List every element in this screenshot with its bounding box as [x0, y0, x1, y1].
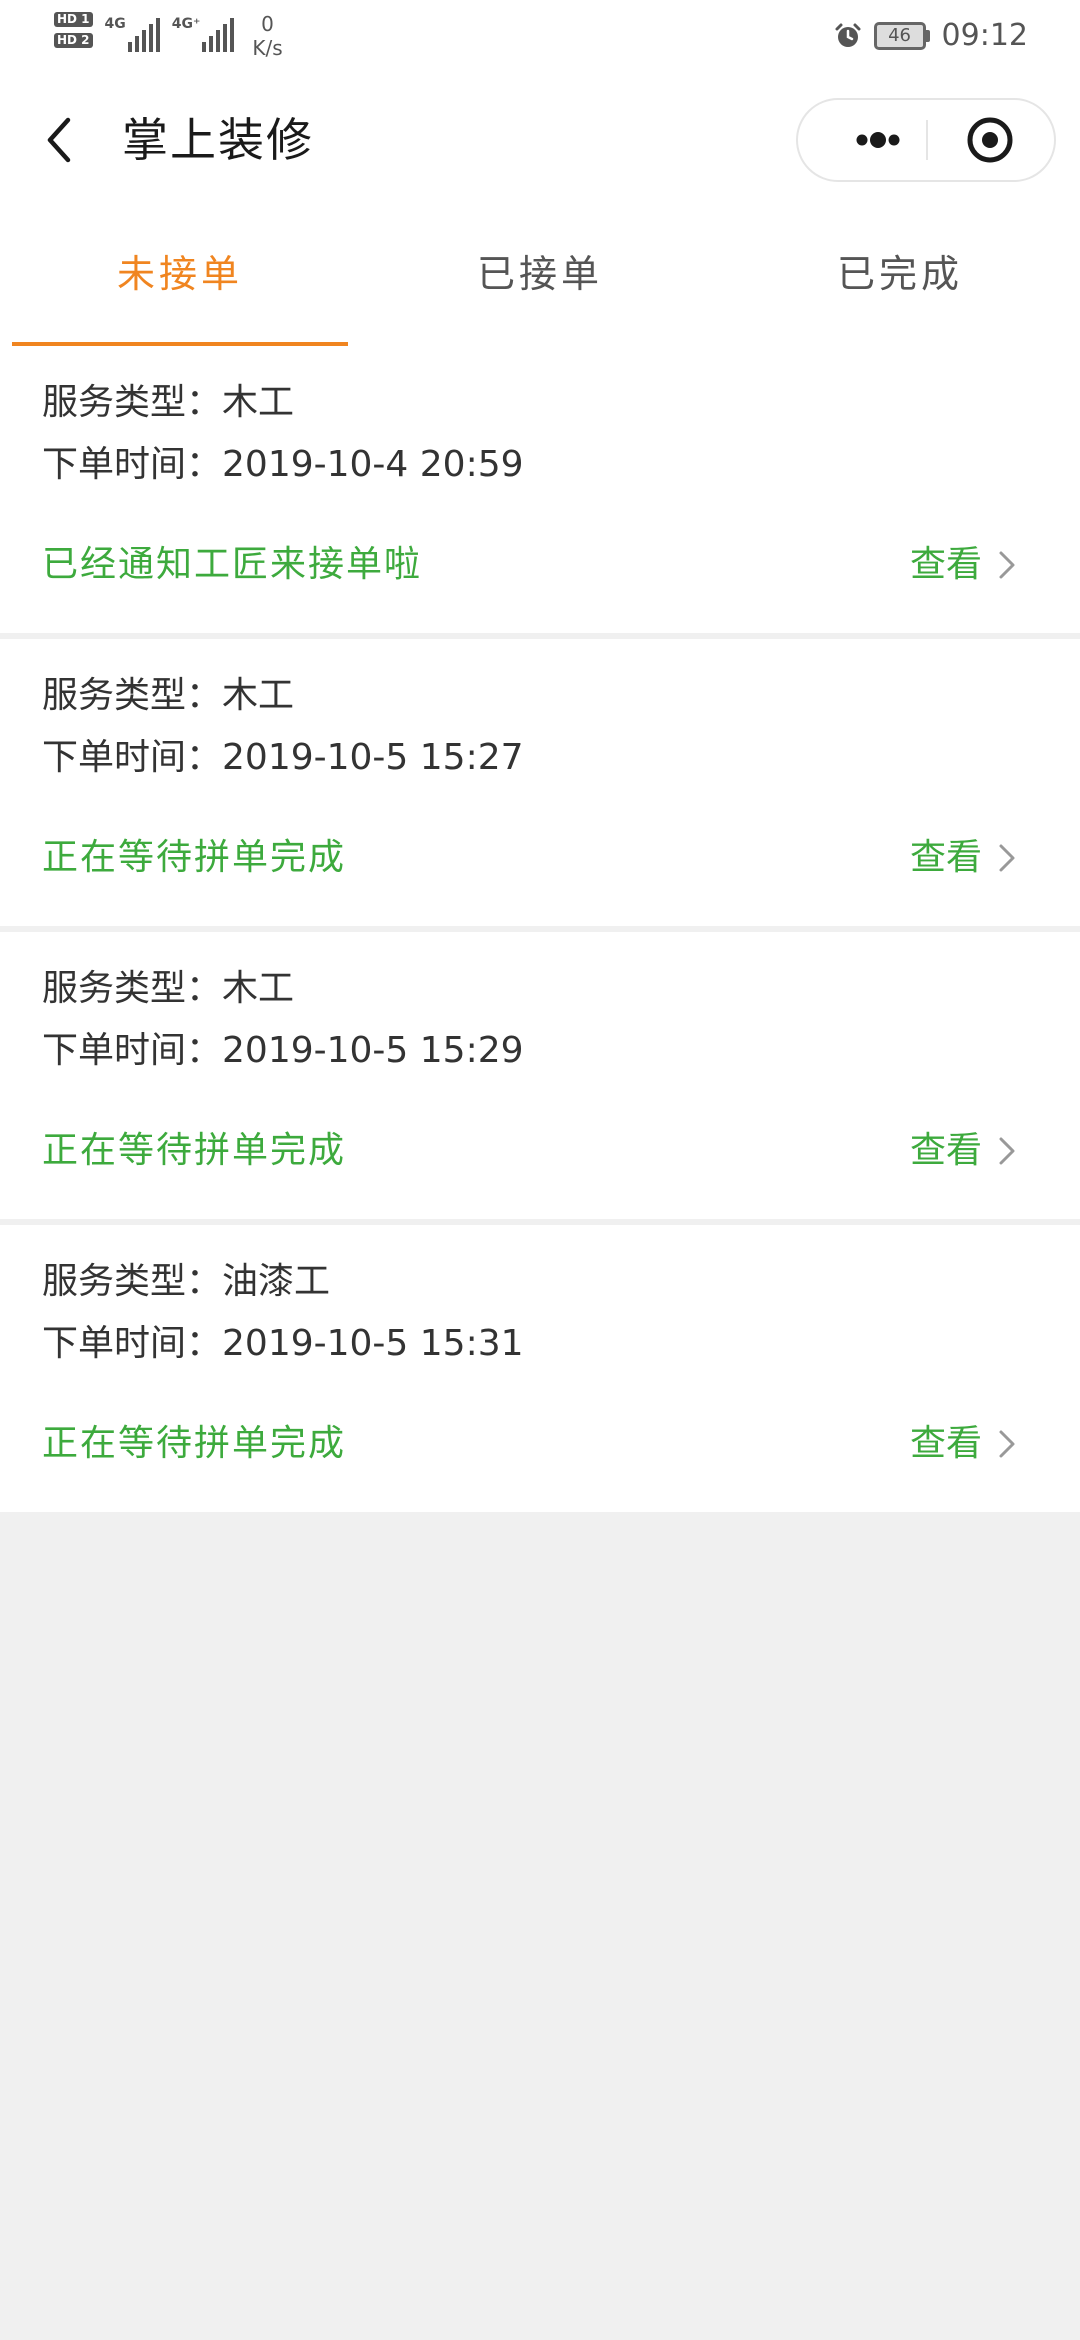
service-type-label: 服务类型： — [42, 675, 223, 716]
close-mini-program-icon[interactable] — [966, 116, 1014, 164]
view-label: 查看 — [909, 1423, 982, 1464]
order-card[interactable]: 服务类型：木工 下单时间：2019-10-5 15:27 正在等待拼单完成 查看 — [0, 639, 1080, 926]
chevron-right-icon — [999, 1430, 1015, 1458]
signal-bars-2-icon — [202, 18, 235, 52]
order-card[interactable]: 服务类型：油漆工 下单时间：2019-10-5 15:31 正在等待拼单完成 查… — [0, 1225, 1080, 1512]
order-time-label: 下单时间： — [42, 444, 223, 485]
chevron-right-icon — [999, 844, 1015, 872]
order-time-row: 下单时间：2019-10-4 20:59 — [42, 440, 524, 490]
order-time-row: 下单时间：2019-10-5 15:31 — [42, 1319, 524, 1369]
order-time-value: 2019-10-5 15:31 — [222, 1323, 524, 1364]
network-type-2: 4G⁺ — [171, 16, 201, 32]
status-bar: HD 1 HD 2 4G 4G⁺ 0 K/s 46 09:12 — [0, 0, 1080, 72]
tab-completed-label: 已完成 — [836, 252, 963, 296]
service-type-row: 服务类型：木工 — [42, 964, 294, 1014]
chevron-right-icon — [999, 1137, 1015, 1165]
service-type-label: 服务类型： — [42, 968, 223, 1009]
order-status: 正在等待拼单完成 — [42, 1423, 347, 1464]
page-title: 掌上装修 — [122, 113, 314, 167]
header-area: HD 1 HD 2 4G 4G⁺ 0 K/s 46 09:12 掌上装修 未接单… — [0, 0, 1080, 346]
view-label: 查看 — [909, 544, 982, 585]
service-type-row: 服务类型：木工 — [42, 671, 294, 721]
view-label: 查看 — [909, 837, 982, 878]
tab-accepted-label: 已接单 — [476, 252, 603, 296]
order-status: 正在等待拼单完成 — [42, 1130, 347, 1171]
order-time-value: 2019-10-5 15:29 — [222, 1030, 524, 1071]
service-type-label: 服务类型： — [42, 1261, 223, 1302]
order-time-row: 下单时间：2019-10-5 15:27 — [42, 733, 524, 783]
service-type-value: 木工 — [222, 382, 295, 423]
order-time-label: 下单时间： — [42, 737, 223, 778]
service-type-label: 服务类型： — [42, 382, 223, 423]
sim-indicators: HD 1 HD 2 — [54, 12, 93, 50]
alarm-clock-icon — [835, 23, 861, 47]
view-button[interactable]: 查看 — [910, 540, 1018, 590]
battery-icon: 46 — [873, 21, 930, 50]
status-bar-left: HD 1 HD 2 4G 4G⁺ 0 K/s — [54, 12, 283, 60]
order-list: 服务类型：木工 下单时间：2019-10-4 20:59 已经通知工匠来接单啦 … — [0, 346, 1080, 1512]
order-time-label: 下单时间： — [42, 1323, 223, 1364]
back-arrow-icon[interactable] — [40, 110, 80, 170]
service-type-value: 油漆工 — [222, 1261, 331, 1302]
status-bar-right: 46 09:12 — [834, 18, 1028, 53]
signal-sim1: 4G — [105, 12, 160, 52]
view-button[interactable]: 查看 — [910, 1126, 1018, 1176]
service-type-row: 服务类型：木工 — [42, 378, 294, 428]
order-time-row: 下单时间：2019-10-5 15:29 — [42, 1026, 524, 1076]
tab-unaccepted[interactable]: 未接单 — [0, 208, 360, 346]
network-speed: 0 K/s — [252, 12, 282, 60]
view-button[interactable]: 查看 — [910, 1419, 1018, 1469]
network-speed-unit: K/s — [252, 36, 283, 60]
battery-tip — [925, 29, 930, 42]
view-button[interactable]: 查看 — [910, 833, 1018, 883]
capsule-divider — [926, 120, 928, 160]
signal-sim2: 4G⁺ — [172, 12, 235, 52]
battery-level: 46 — [873, 21, 926, 50]
order-time-label: 下单时间： — [42, 1030, 223, 1071]
order-status: 已经通知工匠来接单啦 — [42, 544, 423, 585]
tab-accepted[interactable]: 已接单 — [360, 208, 720, 346]
order-tabs: 未接单 已接单 已完成 — [0, 208, 1080, 346]
hd-sim1-icon: HD 1 — [54, 12, 93, 27]
order-card[interactable]: 服务类型：木工 下单时间：2019-10-5 15:29 正在等待拼单完成 查看 — [0, 932, 1080, 1219]
network-speed-value: 0 — [261, 12, 274, 36]
tab-unaccepted-label: 未接单 — [116, 252, 243, 296]
order-time-value: 2019-10-4 20:59 — [222, 444, 524, 485]
signal-bars-1-icon — [127, 18, 160, 52]
nav-bar: 掌上装修 — [0, 72, 1080, 208]
service-type-value: 木工 — [222, 968, 295, 1009]
hd-sim2-icon: HD 2 — [54, 33, 93, 48]
clock-time: 09:12 — [941, 18, 1028, 53]
mini-program-capsule — [796, 98, 1056, 182]
service-type-row: 服务类型：油漆工 — [42, 1257, 330, 1307]
chevron-right-icon — [999, 551, 1015, 579]
more-options-icon[interactable] — [828, 100, 928, 180]
tab-completed[interactable]: 已完成 — [720, 208, 1080, 346]
order-card[interactable]: 服务类型：木工 下单时间：2019-10-4 20:59 已经通知工匠来接单啦 … — [0, 346, 1080, 633]
network-type-1: 4G — [104, 16, 126, 32]
service-type-value: 木工 — [222, 675, 295, 716]
order-time-value: 2019-10-5 15:27 — [222, 737, 524, 778]
view-label: 查看 — [909, 1130, 982, 1171]
order-status: 正在等待拼单完成 — [42, 837, 347, 878]
